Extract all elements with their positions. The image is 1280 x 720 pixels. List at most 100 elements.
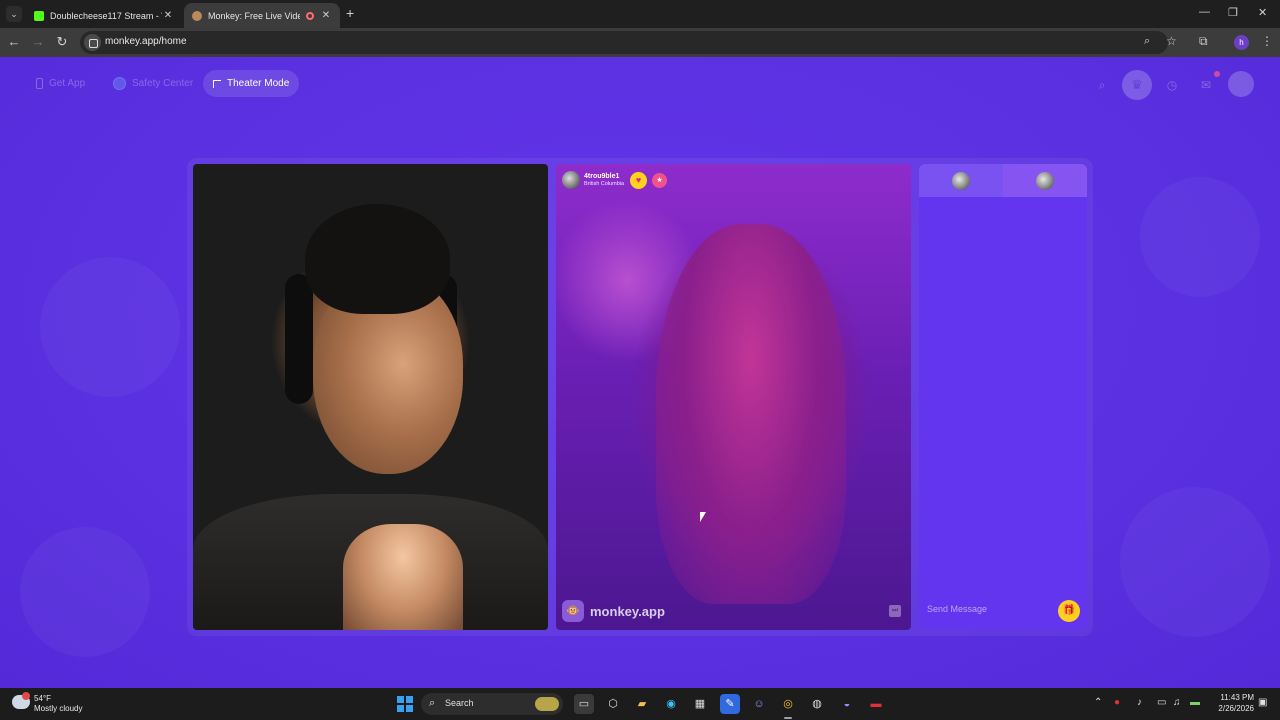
- chat-icon[interactable]: ✉: [1195, 74, 1217, 96]
- notification-dot: [1214, 71, 1220, 77]
- tab-title: Monkey: Free Live Video Ch: [208, 10, 300, 21]
- video-subject-hands: [343, 524, 463, 630]
- microphone-icon[interactable]: ♪: [1137, 697, 1142, 708]
- headphones-left: [285, 274, 313, 404]
- video-subject-hair: [305, 204, 450, 314]
- history-icon[interactable]: ◷: [1161, 74, 1183, 96]
- background-blob: [1120, 487, 1270, 637]
- safety-center-button[interactable]: Safety Center: [103, 70, 203, 97]
- tab-search-menu-icon[interactable]: ⌄: [6, 6, 22, 22]
- peer-avatar: [562, 171, 580, 189]
- heart-icon[interactable]: ♥: [630, 171, 648, 189]
- battery-icon[interactable]: ▬: [1190, 697, 1200, 708]
- get-app-button[interactable]: Get App: [26, 70, 95, 97]
- tray-overflow-icon[interactable]: ⌃: [1094, 697, 1102, 708]
- local-video: [193, 164, 548, 630]
- restore-button[interactable]: ❐: [1228, 6, 1238, 19]
- avatar[interactable]: [1228, 71, 1254, 97]
- badge-icon[interactable]: ★: [652, 172, 668, 188]
- chat-tab-self[interactable]: [919, 164, 1003, 197]
- minimize-button[interactable]: —: [1199, 6, 1210, 18]
- close-window-button[interactable]: ✕: [1258, 6, 1267, 19]
- watermark-text: monkey.app: [590, 603, 665, 619]
- bookmark-star-icon[interactable]: ☆: [1166, 34, 1177, 48]
- chat-tab-peer[interactable]: [1003, 164, 1087, 197]
- chat-tabs: [919, 164, 1087, 197]
- expand-icon: [213, 79, 221, 88]
- tab-doublecheese-stream[interactable]: Doublecheese117 Stream - Wa ✕: [26, 3, 182, 28]
- peer-avatar: [1036, 171, 1054, 190]
- theater-mode-label: Theater Mode: [227, 78, 290, 89]
- weather-temperature[interactable]: 54°F: [34, 694, 51, 703]
- peer-location: British Columbia: [584, 180, 625, 187]
- safety-center-label: Safety Center: [132, 78, 194, 89]
- shield-icon: [113, 77, 126, 90]
- messenger-icon[interactable]: ◒: [837, 694, 857, 714]
- remote-video: 4trou9ble1 British Columbia ♥ ★ 🐵 monkey…: [556, 164, 911, 630]
- clock-time[interactable]: 11:43 PM: [1216, 693, 1254, 702]
- app-cube-icon[interactable]: ⬡: [603, 694, 623, 714]
- address-bar[interactable]: monkey.app/home ⌕: [80, 31, 1168, 54]
- peer-info[interactable]: 4trou9ble1 British Columbia ♥ ★: [562, 170, 668, 190]
- gift-icon[interactable]: 🎁: [1058, 600, 1080, 622]
- reload-button[interactable]: ↻: [54, 34, 70, 50]
- weather-condition[interactable]: Mostly cloudy: [34, 704, 82, 713]
- editor-app-icon[interactable]: ✎: [720, 694, 740, 714]
- skip-icon[interactable]: ⏭: [889, 605, 901, 617]
- network-icon[interactable]: ▭: [1157, 697, 1166, 708]
- browser-toolbar: ← → ↻ monkey.app/home ⌕: [0, 28, 1280, 57]
- edge-icon[interactable]: ◉: [661, 694, 681, 714]
- chat-panel: Send Message 🎁: [919, 164, 1087, 630]
- tab-title: Doublecheese117 Stream - Wa: [50, 10, 162, 21]
- weather-alert-badge: [22, 692, 30, 700]
- close-tab-icon[interactable]: ✕: [162, 10, 174, 21]
- url-text: monkey.app/home: [105, 36, 187, 47]
- tray-app-icon[interactable]: ●: [1114, 697, 1120, 708]
- clock-date[interactable]: 2/26/2026: [1210, 704, 1254, 713]
- send-message-input[interactable]: Send Message: [927, 604, 987, 614]
- get-app-label: Get App: [49, 78, 86, 89]
- background-blob: [20, 527, 150, 657]
- browser-menu-icon[interactable]: ⋮: [1261, 34, 1273, 48]
- obs-icon[interactable]: ◍: [807, 694, 827, 714]
- tab-monkey-app[interactable]: Monkey: Free Live Video Ch ✕: [184, 3, 340, 28]
- self-avatar: [952, 171, 970, 190]
- search-highlight-icon: [535, 697, 559, 711]
- forward-button[interactable]: →: [30, 34, 46, 50]
- chrome-icon[interactable]: ◎: [778, 694, 798, 714]
- theater-mode-button[interactable]: Theater Mode: [203, 70, 300, 97]
- search-icon[interactable]: ⌕: [1091, 74, 1113, 96]
- background-blob: [1140, 177, 1260, 297]
- active-app-indicator: [784, 717, 792, 719]
- monkey-logo-icon: 🐵: [562, 600, 584, 622]
- store-icon[interactable]: ▦: [690, 694, 710, 714]
- monkey-app-page: Get App Safety Center Theater Mode ⌕ ♛ ◷…: [0, 57, 1280, 688]
- phone-icon: [36, 78, 43, 89]
- task-view-icon[interactable]: ▭: [574, 694, 594, 714]
- streaming-app-icon[interactable]: ▬: [866, 694, 886, 714]
- file-explorer-icon[interactable]: ▰: [632, 694, 652, 714]
- crown-icon[interactable]: ♛: [1122, 70, 1152, 100]
- notification-bell-icon[interactable]: ▣: [1258, 697, 1267, 708]
- taskbar-search[interactable]: ⌕ Search: [421, 693, 563, 715]
- back-button[interactable]: ←: [6, 34, 22, 50]
- recording-indicator-icon: [306, 11, 314, 20]
- peer-name: 4trou9ble1: [584, 172, 620, 180]
- discord-icon[interactable]: ☺: [749, 694, 769, 714]
- windows-start-icon[interactable]: [397, 696, 413, 712]
- close-tab-icon[interactable]: ✕: [320, 10, 332, 21]
- volume-icon[interactable]: ♫: [1173, 697, 1181, 708]
- site-info-icon[interactable]: [84, 34, 101, 51]
- windows-taskbar: 54°F Mostly cloudy ⌕ Search ▭ ⬡ ▰ ◉ ▦ ✎ …: [0, 688, 1280, 720]
- background-blob: [40, 257, 180, 397]
- browser-tab-bar: ⌄ Doublecheese117 Stream - Wa ✕ Monkey: …: [0, 0, 1280, 28]
- search-label: Search: [445, 698, 474, 708]
- monkey-watermark: 🐵 monkey.app: [562, 600, 665, 622]
- search-icon: ⌕: [429, 697, 436, 709]
- extensions-icon[interactable]: ⧉: [1199, 34, 1208, 49]
- new-tab-button[interactable]: +: [346, 6, 354, 20]
- profile-avatar[interactable]: h: [1234, 35, 1249, 50]
- remote-video-subject: [656, 224, 846, 604]
- mouse-cursor-icon: [700, 512, 706, 522]
- zoom-icon[interactable]: ⌕: [1144, 35, 1150, 48]
